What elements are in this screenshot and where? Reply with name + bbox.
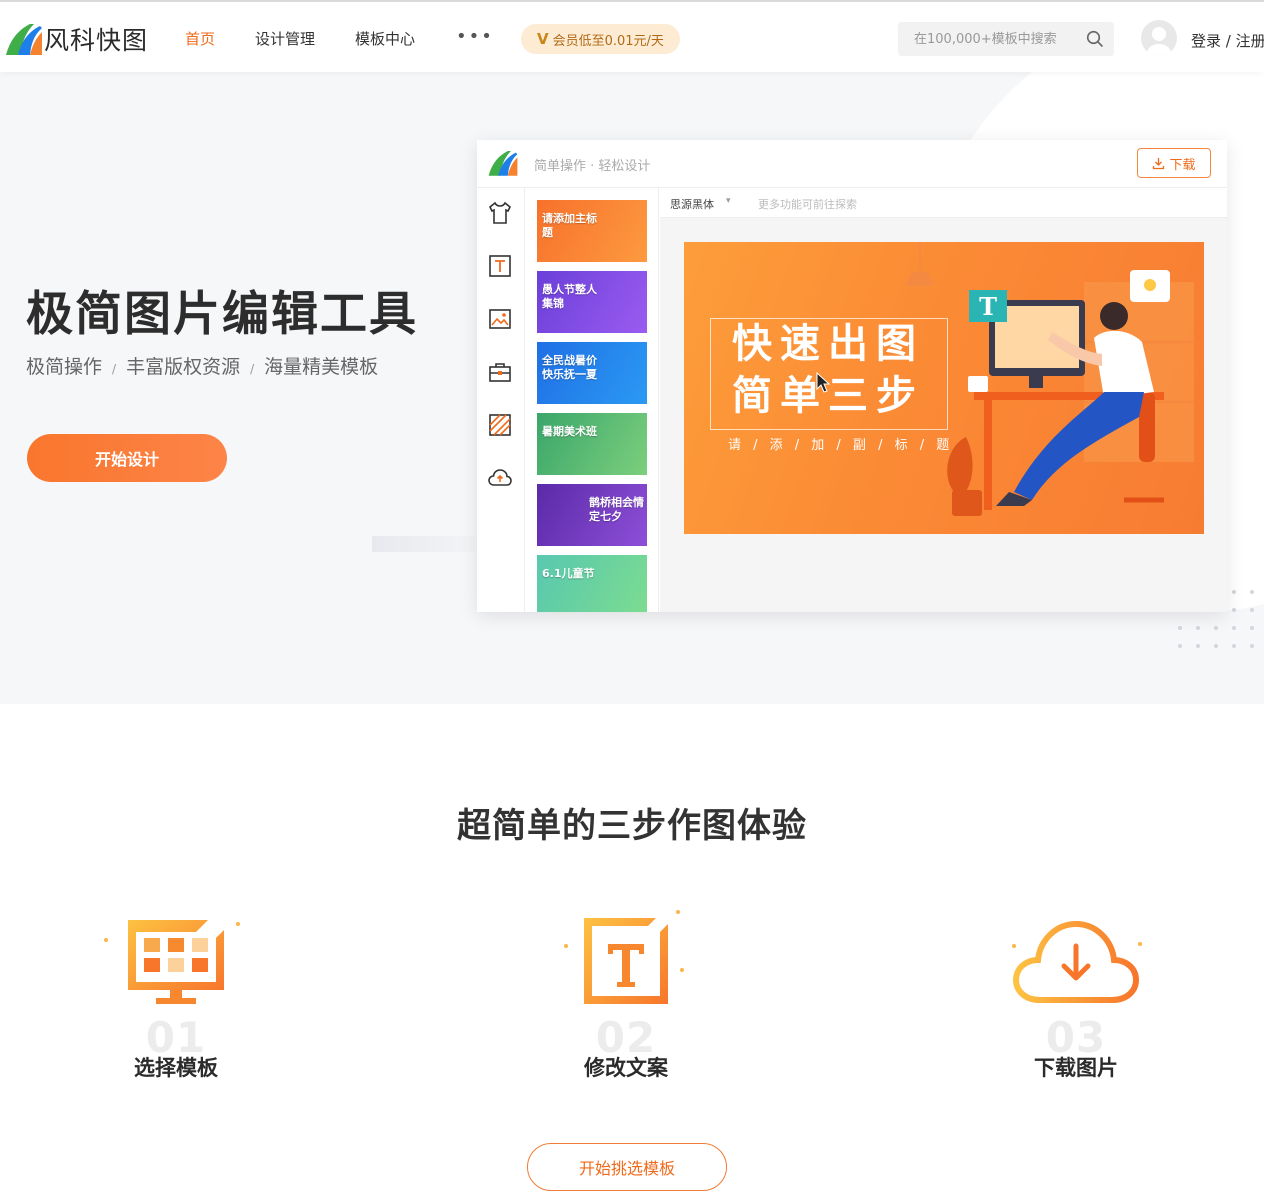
- chevron-down-icon[interactable]: ▾: [726, 196, 731, 206]
- logo-text: 风科快图: [44, 26, 149, 55]
- editor-preview-mockup: 简单操作 · 轻松设计 下载 请添加主标题 愚人节整人集锦 全民战暑价快乐抚一夏…: [477, 140, 1227, 612]
- mock-sidebar: [477, 188, 525, 612]
- template-thumbnail[interactable]: 请添加主标题: [537, 200, 647, 262]
- svg-text:T: T: [979, 292, 997, 321]
- template-thumbnail[interactable]: 暑期美术班: [537, 413, 647, 475]
- mock-canvas-stage: T 快速出图 简单三步 请 / 添 / 加 / 副 / 标 / 题: [660, 218, 1227, 612]
- brand-logo[interactable]: 风科快图: [4, 19, 154, 57]
- user-avatar-icon: [1147, 27, 1171, 56]
- steps-section-title: 超简单的三步作图体验: [457, 806, 807, 846]
- nav-home[interactable]: 首页: [185, 28, 215, 49]
- template-grid-icon: [104, 920, 240, 1004]
- upload-cloud-icon[interactable]: [487, 465, 513, 491]
- search-box: [898, 22, 1114, 56]
- template-thumbnail-label: 6.1儿童节: [542, 567, 595, 580]
- avatar[interactable]: [1141, 20, 1177, 56]
- top-header: 风科快图 首页 设计管理 模板中心 ••• V 会员低至0.01元/天 登录 /…: [0, 0, 1264, 72]
- template-thumbnail-label: 全民战暑价快乐抚一夏: [542, 354, 597, 381]
- more-features-hint: 更多功能可前往探索: [758, 198, 857, 211]
- mock-download-label: 下载: [1169, 157, 1196, 173]
- hero-subtitle-sep: /: [112, 362, 117, 376]
- cloud-download-icon: [1012, 920, 1142, 1003]
- background-pattern-icon[interactable]: [487, 412, 513, 438]
- hero-subtitle-sep: /: [250, 362, 255, 376]
- image-tool-icon[interactable]: [487, 306, 513, 332]
- nav-template-center[interactable]: 模板中心: [355, 28, 415, 49]
- mock-caption: 简单操作 · 轻松设计: [534, 159, 651, 174]
- template-thumbnail[interactable]: 鹊桥相会情定七夕: [537, 484, 647, 546]
- mock-download-button[interactable]: 下载: [1137, 148, 1211, 178]
- search-icon[interactable]: [1086, 30, 1104, 48]
- hero-subtitle-item: 海量精美模板: [264, 356, 379, 378]
- template-thumbnail[interactable]: 6.1儿童节: [537, 555, 647, 612]
- mock-logo-icon: [488, 151, 518, 176]
- template-thumbnail-list: 请添加主标题 愚人节整人集锦 全民战暑价快乐抚一夏 暑期美术班 鹊桥相会情定七夕…: [525, 188, 659, 612]
- design-canvas[interactable]: T 快速出图 简单三步 请 / 添 / 加 / 副 / 标 / 题: [684, 242, 1204, 534]
- vip-mark-icon: V: [537, 30, 549, 48]
- mouse-cursor-icon: [816, 372, 831, 393]
- canvas-main-title[interactable]: 快速出图 简单三步: [732, 318, 962, 422]
- template-thumbnail-label: 鹊桥相会情定七夕: [589, 496, 644, 523]
- mock-topbar: 简单操作 · 轻松设计 下载: [477, 140, 1227, 188]
- step-label: 下载图片: [1034, 1056, 1118, 1080]
- vip-promo-text: 会员低至0.01元/天: [552, 33, 664, 49]
- template-thumbnail-label: 暑期美术班: [542, 425, 597, 438]
- step-label: 选择模板: [134, 1056, 218, 1080]
- start-design-button[interactable]: 开始设计: [27, 434, 227, 482]
- canvas-subtitle[interactable]: 请 / 添 / 加 / 副 / 标 / 题: [728, 434, 953, 453]
- template-thumbnail[interactable]: 愚人节整人集锦: [537, 271, 647, 333]
- decorative-bar: [372, 536, 478, 552]
- template-thumbnail-label: 愚人节整人集锦: [542, 283, 597, 310]
- hero-subtitle: 极简操作 / 丰富版权资源 / 海量精美模板: [26, 352, 378, 379]
- vip-promo-badge[interactable]: V 会员低至0.01元/天: [521, 24, 680, 54]
- nav-design-manage[interactable]: 设计管理: [255, 28, 315, 49]
- step-item: 01 选择模板: [76, 908, 276, 1088]
- shirt-icon[interactable]: [487, 200, 513, 226]
- hero-title: 极简图片编辑工具: [26, 287, 418, 342]
- hero-subtitle-item: 极简操作: [26, 356, 103, 378]
- toolbox-icon[interactable]: [487, 359, 513, 385]
- search-input[interactable]: [898, 22, 1078, 56]
- template-thumbnail[interactable]: 全民战暑价快乐抚一夏: [537, 342, 647, 404]
- template-thumbnail-label: 请添加主标题: [542, 212, 597, 239]
- text-tool-icon[interactable]: [487, 253, 513, 279]
- download-icon: [1153, 157, 1165, 169]
- step-item: 03 下载图片: [976, 908, 1176, 1088]
- hero-subtitle-item: 丰富版权资源: [126, 356, 241, 378]
- hero-section: 极简图片编辑工具 极简操作 / 丰富版权资源 / 海量精美模板 开始设计 简单操作 · …: [0, 72, 1264, 704]
- mock-toolbar: 思源黑体 ▾ 更多功能可前往探索: [660, 188, 1227, 218]
- start-choose-template-button[interactable]: 开始挑选模板: [527, 1143, 727, 1191]
- font-select[interactable]: 思源黑体: [670, 196, 714, 212]
- text-edit-icon: [564, 910, 684, 1004]
- step-label: 修改文案: [584, 1056, 668, 1080]
- logo-mark-icon: [6, 24, 42, 55]
- login-register-link[interactable]: 登录 / 注册: [1191, 30, 1264, 51]
- nav-more-icon[interactable]: •••: [456, 26, 494, 47]
- step-item: 02 修改文案: [526, 908, 726, 1088]
